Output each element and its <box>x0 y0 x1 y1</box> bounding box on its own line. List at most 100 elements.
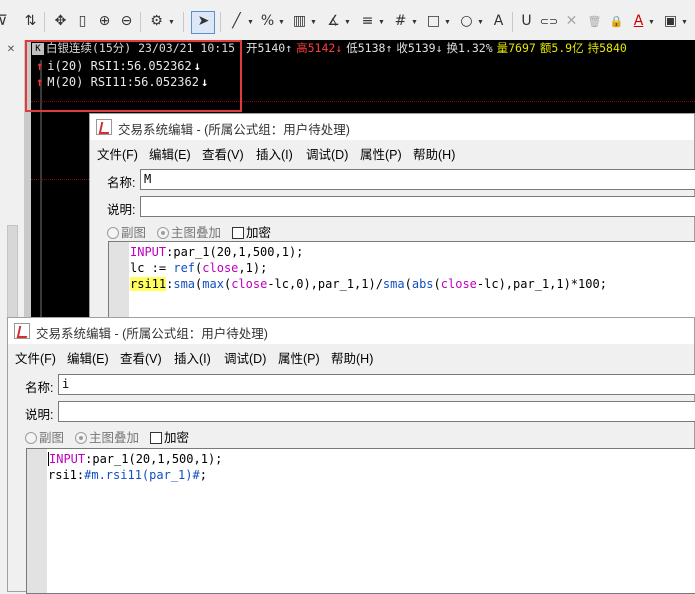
chevron-down-icon[interactable]: ▼ <box>411 19 418 26</box>
close-price: 收5139↓ <box>396 41 443 55</box>
zoom-out-icon[interactable]: ⊖ <box>118 13 135 30</box>
menu-insert[interactable]: 插入(I) <box>174 348 211 367</box>
menu-edit[interactable]: 编辑(E) <box>149 144 191 163</box>
rect-tool-icon[interactable]: □ <box>425 13 442 30</box>
chevron-down-icon[interactable]: ▼ <box>344 19 351 26</box>
menu-edit[interactable]: 编辑(E) <box>67 348 109 367</box>
cursor-icon[interactable]: ➤ <box>195 13 212 30</box>
code-line: lc := ref(close,1); <box>130 261 268 275</box>
settings-icon[interactable]: ⚙ <box>148 13 165 30</box>
menu-debug[interactable]: 调试(D) <box>224 348 266 367</box>
open-interest: 持5840 <box>587 41 627 55</box>
menu-file[interactable]: 文件(F) <box>15 348 56 367</box>
highlight-annotation-box <box>25 40 242 112</box>
checkbox-icon <box>150 432 162 444</box>
sub-chart-label: 副图 <box>121 226 147 240</box>
main-overlay-label: 主图叠加 <box>89 431 140 445</box>
chevron-down-icon[interactable]: ▼ <box>247 19 254 26</box>
angle-tool-icon[interactable]: ∡ <box>325 13 342 30</box>
link-icon[interactable]: ⊂⊃ <box>538 13 560 30</box>
encrypt-label: 加密 <box>164 431 190 445</box>
name-input[interactable]: M <box>140 169 695 190</box>
formula-editor-window-back[interactable]: 交易系统编辑 - (所属公式组：用户待处理) 文件(F) 编辑(E) 查看(V)… <box>89 113 695 327</box>
window-title: 交易系统编辑 - (所属公式组：用户待处理) <box>36 327 268 341</box>
menu-help[interactable]: 帮助(H) <box>331 348 373 367</box>
main-overlay-radio[interactable]: 主图叠加 <box>75 427 139 446</box>
code-editor[interactable]: INPUT:par_1(20,1,500,1); rsi1:#m.rsi11(pa… <box>26 448 695 594</box>
checkbox-icon <box>232 227 244 239</box>
toolbar-separator <box>44 12 45 32</box>
line-tool-icon[interactable]: ╱ <box>228 13 245 30</box>
sub-chart-label: 副图 <box>39 431 65 445</box>
radio-icon <box>25 432 37 444</box>
description-input[interactable] <box>58 401 695 422</box>
chevron-down-icon[interactable]: ▼ <box>444 19 451 26</box>
color-icon[interactable]: A <box>630 13 647 30</box>
magnet-icon[interactable]: U <box>518 13 535 30</box>
menu-bar: 文件(F) 编辑(E) 查看(V) 插入(I) 调试(D) 属性(P) 帮助(H… <box>90 140 694 164</box>
code-lines: INPUT:par_1(20,1,500,1); lc := ref(close,… <box>130 244 607 292</box>
code-line: INPUT:par_1(20,1,500,1); <box>48 452 223 466</box>
line-gutter <box>27 449 47 593</box>
window-titlebar[interactable]: 交易系统编辑 - (所属公式组：用户待处理) <box>90 114 694 140</box>
save-icon[interactable]: ▣ <box>662 13 679 30</box>
menu-bar: 文件(F) 编辑(E) 查看(V) 插入(I) 调试(D) 属性(P) 帮助(H… <box>8 344 694 368</box>
main-overlay-radio[interactable]: 主图叠加 <box>157 222 221 241</box>
trash-icon: 🗑 <box>587 15 602 28</box>
menu-view[interactable]: 查看(V) <box>202 144 244 163</box>
encrypt-checkbox[interactable]: 加密 <box>232 222 271 241</box>
toolbar-separator <box>512 12 513 32</box>
menu-view[interactable]: 查看(V) <box>120 348 162 367</box>
menu-properties[interactable]: 属性(P) <box>278 348 320 367</box>
move-icon[interactable]: ✥ <box>52 13 69 30</box>
chevron-down-icon[interactable]: ▼ <box>477 19 484 26</box>
chevron-down-icon[interactable]: ▼ <box>310 19 317 26</box>
menu-properties[interactable]: 属性(P) <box>360 144 402 163</box>
code-lines: INPUT:par_1(20,1,500,1); rsi1:#m.rsi11(pa… <box>48 451 222 483</box>
radio-icon <box>107 227 119 239</box>
chevron-down-icon[interactable]: ▼ <box>278 19 285 26</box>
bar-icon[interactable]: ▯ <box>74 13 91 30</box>
description-label: 说明: <box>25 408 54 422</box>
lock-icon: 🔒 <box>609 15 624 28</box>
encrypt-label: 加密 <box>246 226 272 240</box>
main-overlay-label: 主图叠加 <box>171 226 222 240</box>
close-icon[interactable]: ✕ <box>4 43 18 57</box>
code-line: rsi1:#m.rsi11(par_1)#; <box>48 468 207 482</box>
description-input[interactable] <box>140 196 695 217</box>
formula-editor-window-front[interactable]: 交易系统编辑 - (所属公式组：用户待处理) 文件(F) 编辑(E) 查看(V)… <box>7 317 695 594</box>
line-gutter <box>109 242 129 326</box>
menu-debug[interactable]: 调试(D) <box>306 144 348 163</box>
zoom-in-icon[interactable]: ⊕ <box>96 13 113 30</box>
code-editor[interactable]: INPUT:par_1(20,1,500,1); lc := ref(close,… <box>108 241 695 327</box>
menu-help[interactable]: 帮助(H) <box>413 144 455 163</box>
circle-tool-icon[interactable]: ○ <box>458 13 475 30</box>
chevron-down-icon[interactable]: ▼ <box>648 19 655 26</box>
chevron-down-icon[interactable]: ▼ <box>168 19 175 26</box>
encrypt-checkbox[interactable]: 加密 <box>150 427 189 446</box>
chevron-down-icon[interactable]: ▼ <box>378 19 385 26</box>
turnover-rate: 换1.32% <box>446 41 493 55</box>
sub-chart-radio[interactable]: 副图 <box>107 222 146 241</box>
radio-icon <box>157 227 169 239</box>
delete-icon: ✕ <box>565 13 578 29</box>
window-titlebar[interactable]: 交易系统编辑 - (所属公式组：用户待处理) <box>8 318 694 344</box>
sort-icon[interactable]: ⇅ <box>22 13 39 30</box>
name-label: 名称: <box>25 381 54 395</box>
menu-insert[interactable]: 插入(I) <box>256 144 293 163</box>
ruler-tool-icon[interactable]: ▥ <box>291 13 308 30</box>
level-tool-icon[interactable]: ≡ <box>359 13 376 30</box>
menu-file[interactable]: 文件(F) <box>97 144 138 163</box>
window-title: 交易系统编辑 - (所属公式组：用户待处理) <box>118 123 350 137</box>
toolbar-separator <box>220 12 221 32</box>
text-tool-icon[interactable]: A <box>490 13 507 30</box>
sub-chart-radio[interactable]: 副图 <box>25 427 64 446</box>
main-toolbar: ⊽ ⇅ ✥ ▯ ⊕ ⊖ ⚙ ▼ ➤ ╱ ▼ % ▼ ▥ ▼ ∡ ▼ ≡ ▼ # … <box>0 0 695 44</box>
percent-tool-icon[interactable]: % <box>259 13 276 30</box>
chevron-down-icon[interactable]: ▼ <box>681 19 688 26</box>
toolbar-separator <box>140 12 141 32</box>
grid-tool-icon[interactable]: # <box>392 13 409 30</box>
name-input[interactable]: i <box>58 374 695 395</box>
radio-icon <box>75 432 87 444</box>
filter-icon[interactable]: ⊽ <box>0 13 11 30</box>
